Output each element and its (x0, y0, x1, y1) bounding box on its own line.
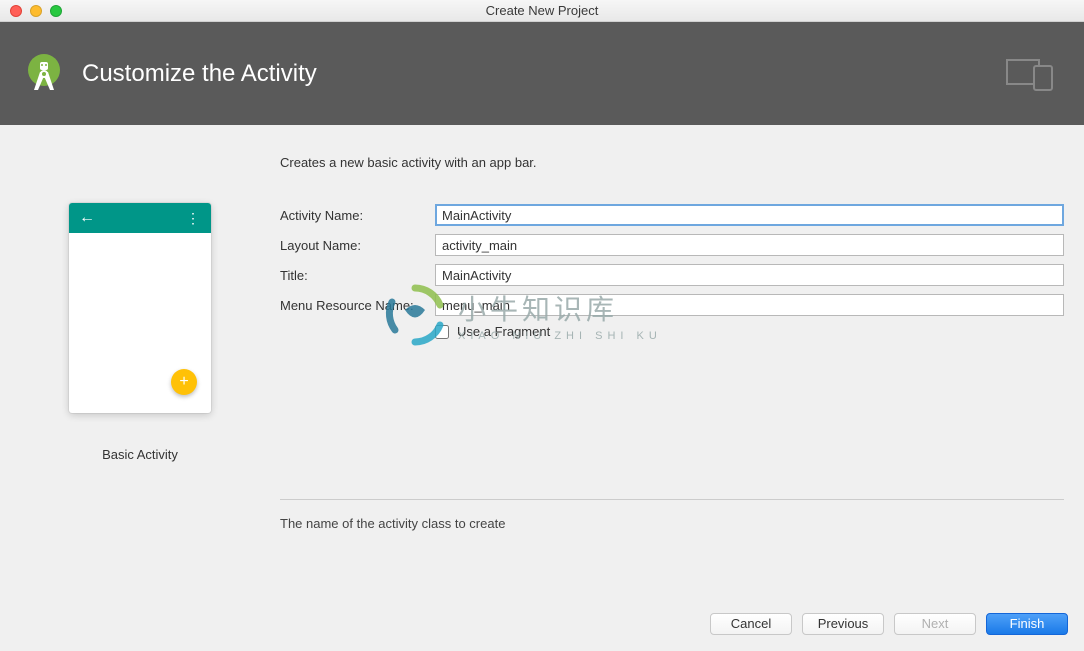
template-name: Basic Activity (102, 447, 178, 462)
template-preview: ← ⋮ + (69, 203, 211, 413)
layout-name-label: Layout Name: (280, 238, 435, 253)
description: Creates a new basic activity with an app… (280, 155, 1064, 170)
footer: Cancel Previous Next Finish (0, 596, 1084, 651)
title-label: Title: (280, 268, 435, 283)
android-studio-icon (20, 50, 68, 98)
overflow-menu-icon: ⋮ (186, 215, 201, 221)
template-preview-column: ← ⋮ + Basic Activity (0, 155, 280, 591)
content: ← ⋮ + Basic Activity Creates a new basic… (0, 125, 1084, 591)
window-title: Create New Project (0, 3, 1084, 18)
next-button: Next (894, 613, 976, 635)
back-arrow-icon: ← (79, 209, 95, 227)
cancel-button[interactable]: Cancel (710, 613, 792, 635)
menu-resource-label: Menu Resource Name: (280, 298, 435, 313)
fab-icon: + (171, 369, 197, 395)
finish-button[interactable]: Finish (986, 613, 1068, 635)
banner-title: Customize the Activity (82, 60, 317, 88)
use-fragment-checkbox[interactable] (435, 325, 449, 339)
layout-name-input[interactable] (435, 234, 1064, 256)
divider (280, 499, 1064, 500)
devices-icon (1006, 56, 1056, 92)
previous-button[interactable]: Previous (802, 613, 884, 635)
menu-resource-input[interactable] (435, 294, 1064, 316)
activity-name-label: Activity Name: (280, 208, 435, 223)
use-fragment-label: Use a Fragment (457, 324, 550, 339)
hint-text: The name of the activity class to create (280, 516, 1064, 531)
titlebar: Create New Project (0, 0, 1084, 22)
title-input[interactable] (435, 264, 1064, 286)
form-column: Creates a new basic activity with an app… (280, 155, 1084, 591)
activity-name-input[interactable] (435, 204, 1064, 226)
preview-appbar: ← ⋮ (69, 203, 211, 233)
banner: Customize the Activity (0, 22, 1084, 125)
